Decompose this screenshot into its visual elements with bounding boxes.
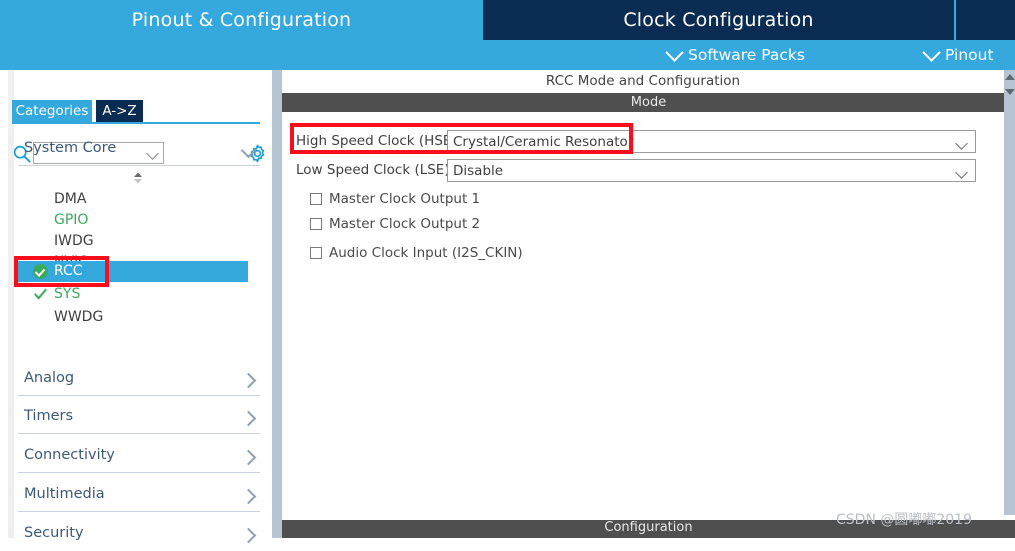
- mode-section-label: Mode: [630, 95, 667, 110]
- sidebar-item-label: GPIO: [54, 212, 89, 228]
- chevron-right-icon: [240, 488, 257, 505]
- sidebar-category-label: Analog: [24, 370, 75, 386]
- sidebar-category-analog[interactable]: Analog: [18, 366, 260, 396]
- sidebar-item-sys[interactable]: SYS: [14, 284, 248, 305]
- field-label-hse: High Speed Clock (HSE): [296, 133, 457, 149]
- sidebar-category-connectivity[interactable]: Connectivity: [18, 443, 260, 473]
- sidebar-item-label: DMA: [54, 191, 87, 207]
- select-value-lse: Disable: [453, 163, 504, 179]
- chevron-right-icon: [240, 527, 257, 544]
- sidebar-item-label: WWDG: [54, 309, 104, 325]
- tab-categories[interactable]: Categories: [12, 100, 92, 122]
- tab-a-to-z[interactable]: A->Z: [96, 100, 143, 122]
- checkbox-box[interactable]: [310, 247, 322, 259]
- watermark: CSDN @圆嘟嘟2019: [836, 512, 972, 528]
- tab-overflow[interactable]: [954, 0, 1015, 40]
- sidebar-item-gpio[interactable]: GPIO: [14, 210, 248, 231]
- sidebar-tabs-underline: [12, 122, 260, 124]
- chevron-right-icon: [240, 372, 257, 389]
- chevron-right-icon: [240, 410, 257, 427]
- check-icon: [34, 288, 47, 300]
- sidebar-category-label: System Core: [24, 140, 117, 156]
- tab-pinout-and-configuration[interactable]: Pinout & Configuration: [0, 0, 483, 40]
- sidebar-item-dma[interactable]: DMA: [14, 189, 248, 210]
- sidebar-search-row: [0, 70, 272, 164]
- main-tab-strip: Pinout & Configuration Clock Configurati…: [0, 0, 1015, 40]
- checkbox-box[interactable]: [310, 193, 322, 205]
- field-label-lse: Low Speed Clock (LSE): [296, 162, 450, 178]
- select-low-speed-clock[interactable]: Disable: [447, 159, 976, 182]
- sidebar-category-label: Connectivity: [24, 447, 115, 463]
- menu-software-packs[interactable]: Software Packs: [665, 40, 805, 70]
- sidebar-item-wwdg[interactable]: WWDG: [14, 307, 248, 328]
- sidebar-category-label: Security: [24, 525, 84, 541]
- chevron-down-icon: [665, 42, 684, 62]
- tab-a-to-z-label: A->Z: [102, 103, 137, 119]
- sidebar-item-label: SYS: [54, 286, 81, 302]
- sidebar-category-security[interactable]: Security: [18, 521, 260, 551]
- scroll-up-arrow-icon[interactable]: [1005, 74, 1015, 83]
- check-circle-icon: [33, 264, 48, 279]
- selection-highlight: [14, 261, 248, 282]
- panel-title: RCC Mode and Configuration: [282, 70, 1004, 92]
- sidebar-category-timers[interactable]: Timers: [18, 404, 260, 434]
- scroll-down-arrow-icon[interactable]: [1005, 89, 1015, 98]
- field-row-low-speed-clock: Low Speed Clock (LSE) Disable: [296, 159, 986, 182]
- sidebar-item-iwdg[interactable]: IWDG: [14, 231, 248, 252]
- sidebar-item-label: RCC: [54, 263, 83, 279]
- sidebar-category-label: Timers: [24, 408, 74, 424]
- panel-splitter[interactable]: [272, 70, 282, 538]
- tab-categories-label: Categories: [15, 103, 89, 119]
- menu-software-packs-label: Software Packs: [688, 46, 805, 64]
- tab-clock-configuration[interactable]: Clock Configuration: [483, 0, 954, 40]
- main-panel-scrollbar[interactable]: [1004, 70, 1015, 515]
- tab-pinout-label: Pinout & Configuration: [131, 9, 352, 31]
- sidebar-item-rcc[interactable]: RCC: [14, 261, 248, 282]
- panel-title-label: RCC Mode and Configuration: [545, 73, 741, 89]
- chevron-down-icon: [955, 166, 968, 179]
- chevron-down-icon: [240, 142, 257, 159]
- checkbox-label: Master Clock Output 1: [329, 191, 481, 207]
- configuration-section-label: Configuration: [604, 520, 693, 535]
- sidebar-category-label: Multimedia: [24, 486, 105, 502]
- menu-pinout[interactable]: Pinout: [922, 40, 994, 70]
- checkbox-label: Master Clock Output 2: [329, 216, 481, 232]
- sidebar-category-system-core[interactable]: System Core: [18, 136, 260, 166]
- select-value-hse: Crystal/Ceramic Resonator: [453, 134, 634, 150]
- chevron-down-icon: [955, 137, 968, 150]
- mode-section-header: Mode: [282, 93, 1015, 112]
- sidebar-item-label: IWDG: [54, 233, 94, 249]
- menu-pinout-label: Pinout: [945, 46, 994, 64]
- sidebar-category-multimedia[interactable]: Multimedia: [18, 482, 260, 512]
- tree-scroll-spinner-icon[interactable]: [130, 170, 146, 186]
- chevron-down-icon: [922, 42, 941, 62]
- checkbox-label: Audio Clock Input (I2S_CKIN): [329, 245, 523, 261]
- checkbox-box[interactable]: [310, 218, 322, 230]
- sidebar-view-tabs: Categories A->Z: [0, 100, 272, 122]
- secondary-menu-bar: Software Packs Pinout: [0, 40, 1015, 70]
- tab-clock-label: Clock Configuration: [623, 9, 814, 31]
- select-high-speed-clock[interactable]: Crystal/Ceramic Resonator: [447, 130, 976, 153]
- field-row-high-speed-clock: High Speed Clock (HSE) Crystal/Ceramic R…: [296, 130, 986, 153]
- chevron-right-icon: [240, 449, 257, 466]
